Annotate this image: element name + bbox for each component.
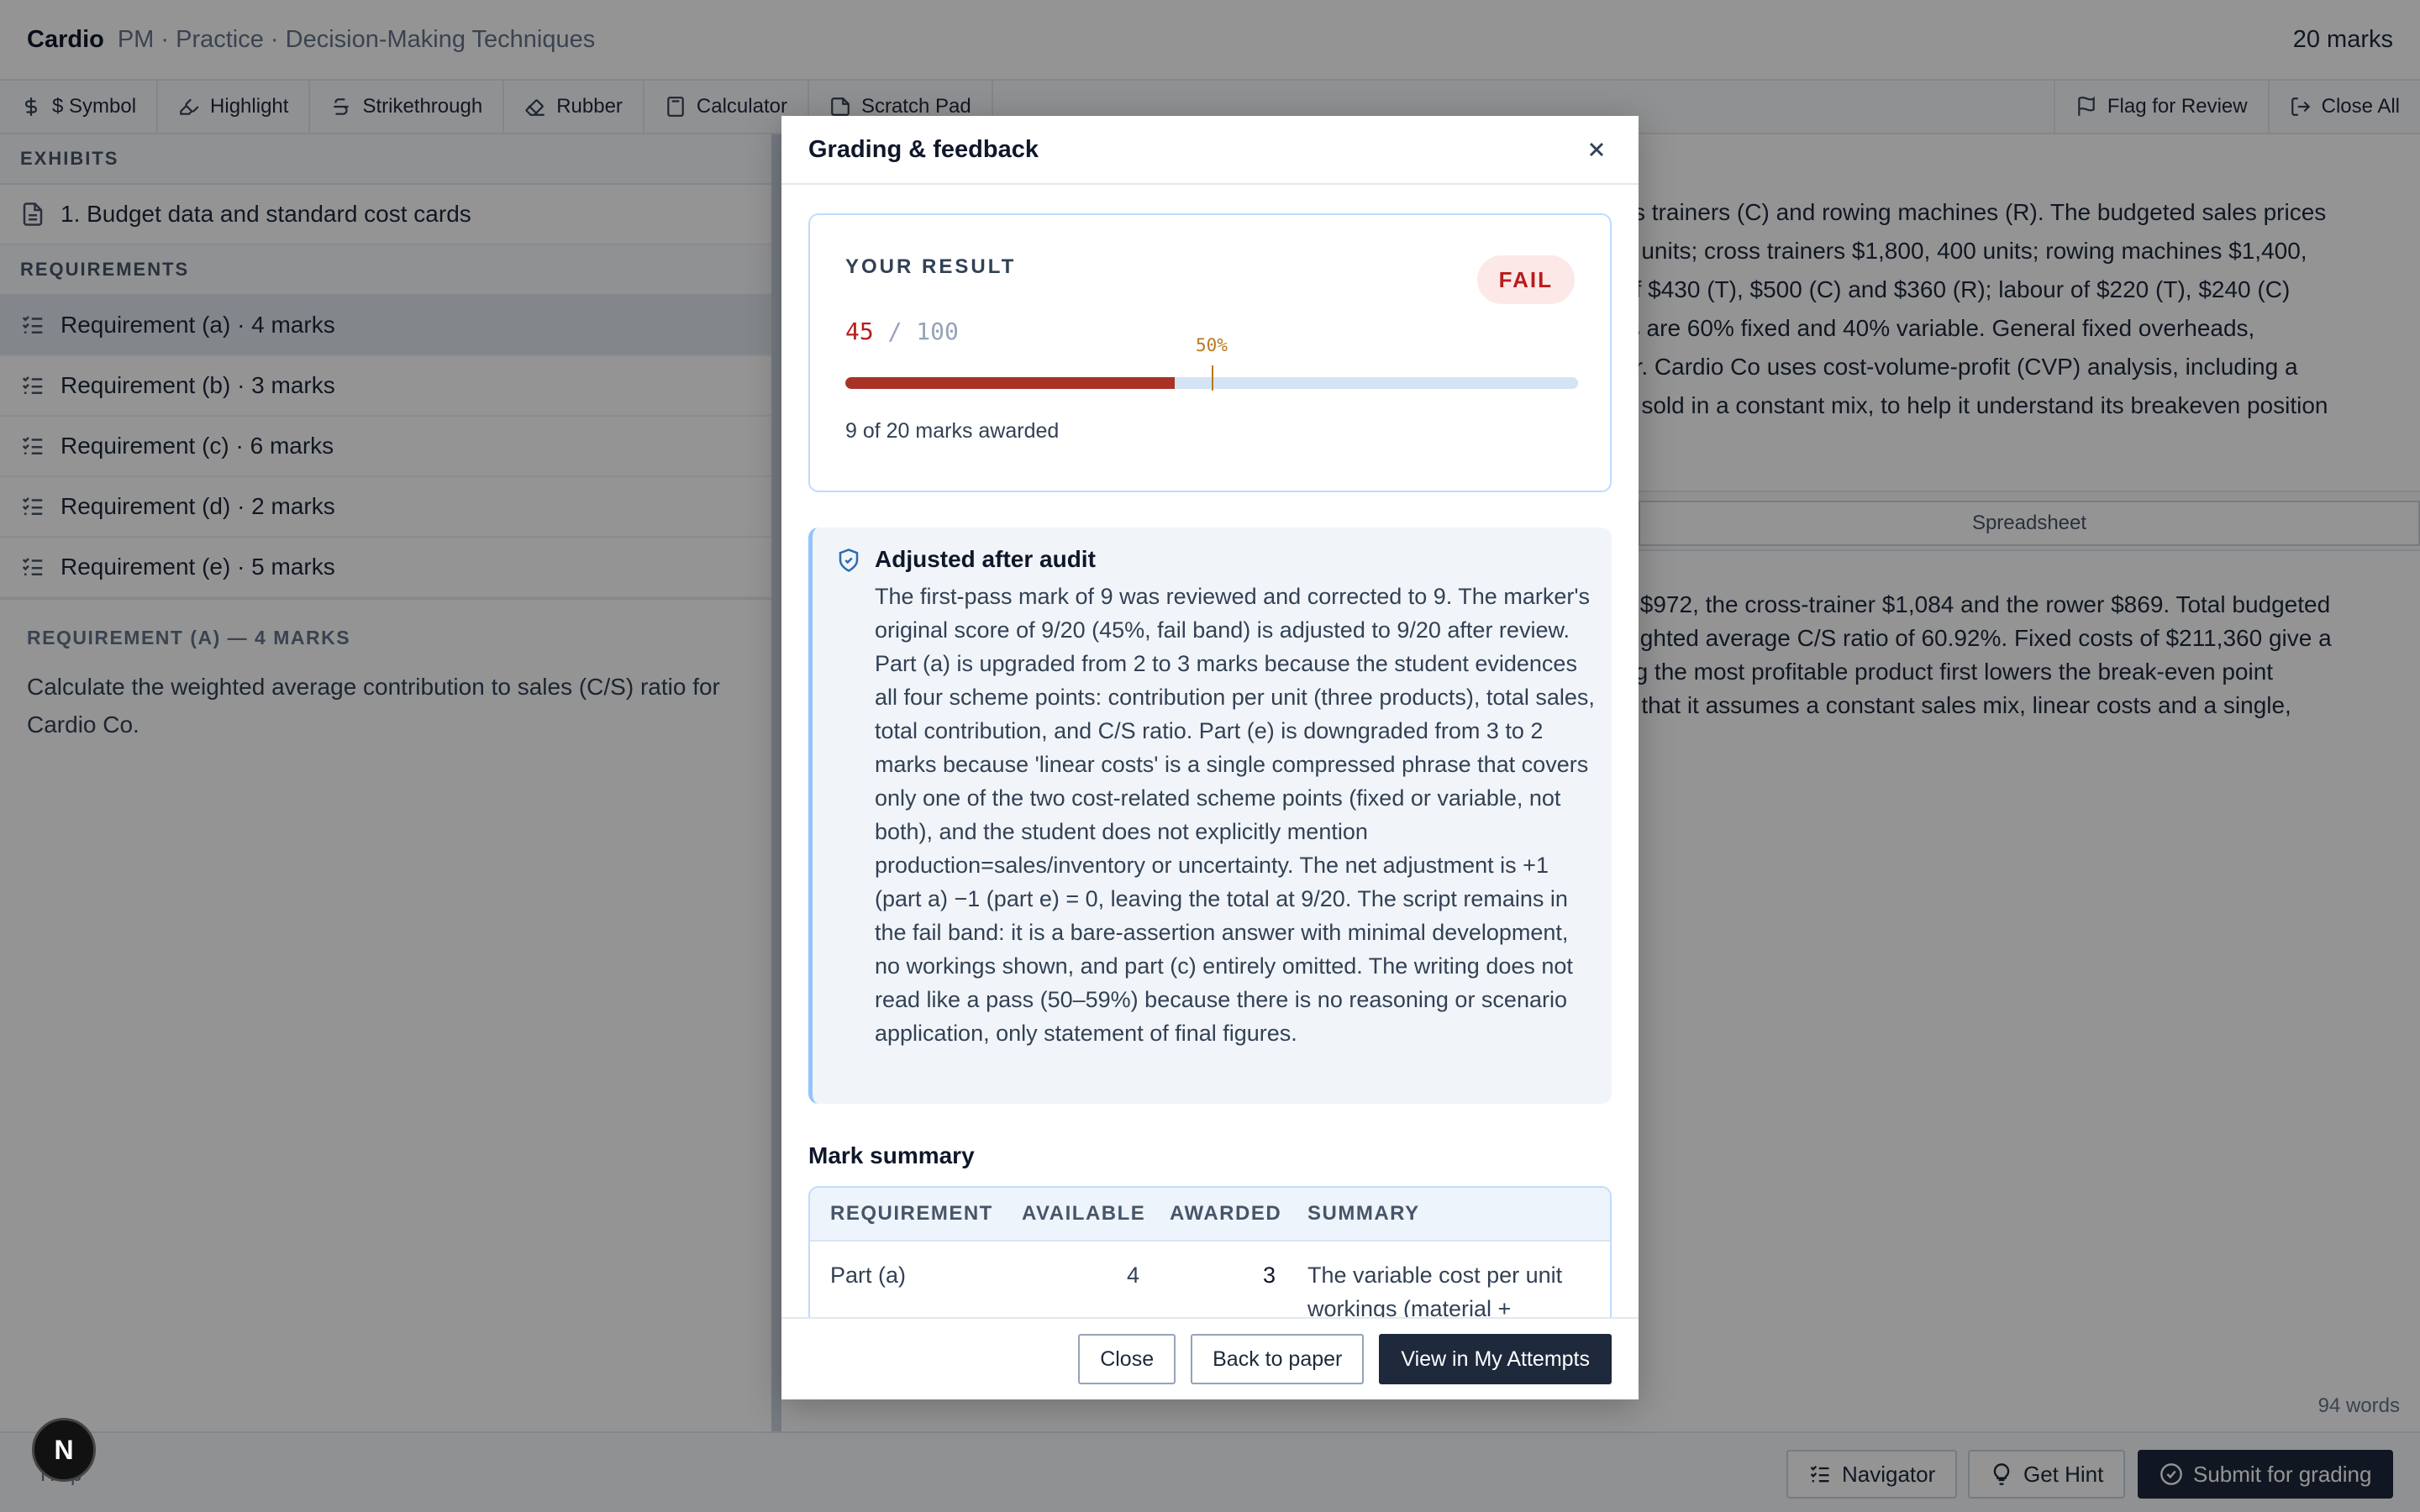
modal-title: Grading & feedback <box>808 135 1039 163</box>
status-badge: FAIL <box>1476 255 1575 304</box>
next-badge[interactable]: N <box>32 1418 96 1482</box>
mark-summary-table: REQUIREMENT AVAILABLE AWARDED SUMMARY Pa… <box>808 1186 1612 1317</box>
pass-threshold-marker <box>1212 365 1213 391</box>
table-header-row: REQUIREMENT AVAILABLE AWARDED SUMMARY <box>810 1188 1610 1242</box>
table-row: Part (a) 4 3 The variable cost per unit … <box>810 1242 1610 1317</box>
score-bar: 50% <box>845 335 1578 391</box>
back-to-paper-button[interactable]: Back to paper <box>1191 1334 1365 1384</box>
marks-awarded-text: 9 of 20 marks awarded <box>845 419 1060 443</box>
close-button[interactable]: Close <box>1078 1334 1176 1384</box>
score-bar-fill <box>845 377 1176 389</box>
cell-requirement: Part (a) <box>830 1263 907 1288</box>
cell-awarded: 3 <box>1262 1263 1276 1288</box>
pass-threshold-label: 50% <box>1196 335 1228 355</box>
audit-title: Adjusted after audit <box>875 546 1096 572</box>
column-header: REQUIREMENT <box>830 1202 993 1225</box>
audit-card: Adjusted after audit The first-pass mark… <box>808 528 1612 1104</box>
cell-summary: The variable cost per unit workings (mat… <box>1307 1263 1563 1317</box>
score-value: 45 <box>845 318 874 345</box>
score-max: 100 <box>916 318 959 345</box>
column-header: AVAILABLE <box>1022 1202 1146 1225</box>
mark-summary-title: Mark summary <box>808 1142 975 1168</box>
view-attempts-button[interactable]: View in My Attempts <box>1379 1334 1612 1384</box>
modal-footer: Close Back to paper View in My Attempts <box>781 1317 1639 1399</box>
modal-body[interactable]: YOUR RESULT FAIL 45 / 100 50% 9 of 20 ma… <box>781 185 1639 1317</box>
column-header: AWARDED <box>1170 1202 1282 1225</box>
cell-available: 4 <box>1126 1263 1139 1288</box>
result-label: YOUR RESULT <box>845 255 1017 278</box>
shield-check-icon <box>836 548 861 573</box>
score-separator: / <box>887 318 902 345</box>
modal-header: Grading & feedback <box>781 116 1639 185</box>
grading-modal: Grading & feedback YOUR RESULT FAIL 45 /… <box>781 116 1639 1399</box>
close-icon <box>1589 142 1604 157</box>
column-header: SUMMARY <box>1307 1202 1420 1225</box>
result-card: YOUR RESULT FAIL 45 / 100 50% 9 of 20 ma… <box>808 213 1612 492</box>
modal-close-button[interactable] <box>1581 134 1612 165</box>
audit-text: The first-pass mark of 9 was reviewed an… <box>875 584 1595 1046</box>
